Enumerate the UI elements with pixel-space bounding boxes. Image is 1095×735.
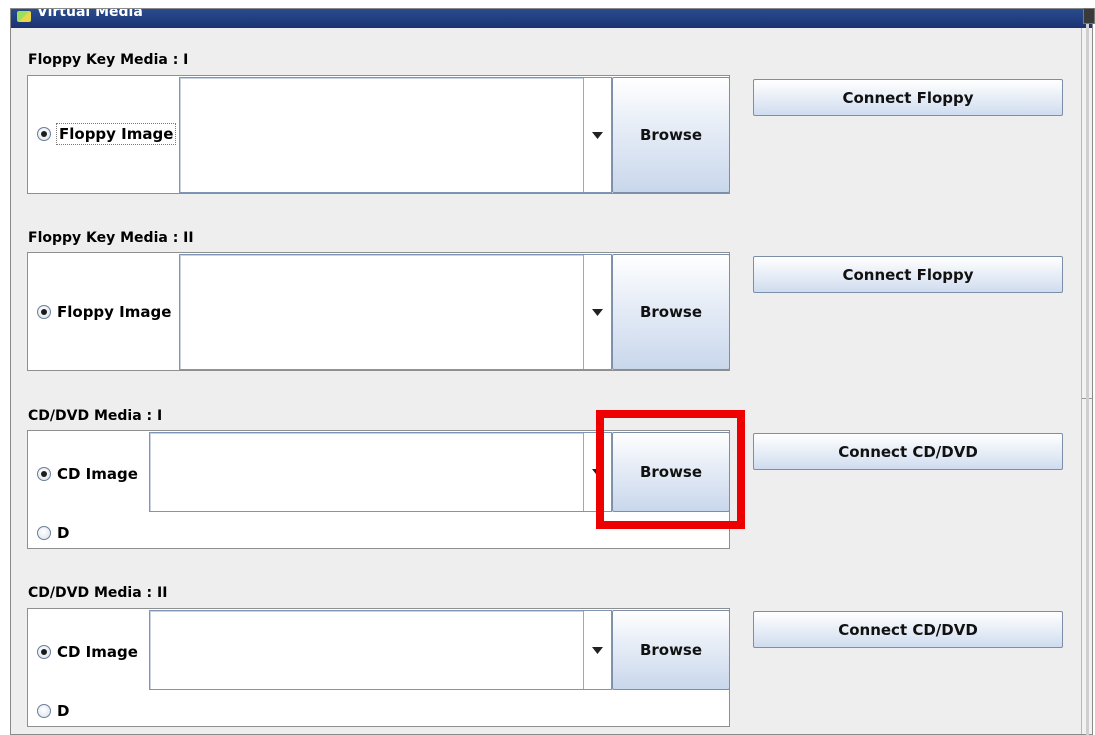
floppy-1-image-radio[interactable] — [37, 127, 51, 141]
cddvd-2-image-option[interactable]: CD Image — [37, 643, 138, 661]
cddvd-1-image-radio[interactable] — [37, 467, 51, 481]
cddvd-2-image-combo[interactable] — [149, 610, 612, 690]
chevron-down-icon — [592, 468, 603, 476]
floppy-1-connect-button[interactable]: Connect Floppy — [753, 79, 1063, 116]
cddvd-1-connect-button[interactable]: Connect CD/DVD — [753, 433, 1063, 470]
cddvd-2-browse-button[interactable]: Browse — [612, 610, 730, 690]
cddvd-2-drive-radio[interactable] — [37, 704, 51, 718]
cddvd-1-drive-label[interactable]: D — [57, 524, 69, 542]
floppy-2-image-combo[interactable] — [179, 254, 612, 370]
chevron-down-icon — [592, 131, 603, 139]
chevron-down-icon — [592, 646, 603, 654]
floppy-2-image-option[interactable]: Floppy Image — [37, 303, 171, 321]
cddvd-1-image-label[interactable]: CD Image — [57, 465, 138, 483]
window-title: Virtual Media — [37, 9, 143, 20]
cddvd-1-image-combo[interactable] — [149, 432, 612, 512]
cddvd-1-drive-option[interactable]: D — [37, 524, 69, 542]
cddvd-1-browse-button[interactable]: Browse — [612, 432, 730, 512]
floppy-2-connect-button[interactable]: Connect Floppy — [753, 256, 1063, 293]
section-title-cddvd-1: CD/DVD Media : I — [28, 408, 163, 424]
floppy-1-combo-arrow[interactable] — [583, 78, 611, 192]
floppy-2-browse-button[interactable]: Browse — [612, 254, 730, 370]
floppy-2-image-radio[interactable] — [37, 305, 51, 319]
window-edge — [1086, 24, 1089, 735]
chevron-down-icon — [592, 308, 603, 316]
cddvd-2-drive-option[interactable]: D — [37, 702, 69, 720]
cddvd-2-panel: CD Image D Browse — [27, 608, 730, 727]
title-bar: Virtual Media — [11, 9, 1092, 28]
window-corner-control — [1083, 8, 1095, 24]
section-title-floppy-1: Floppy Key Media : I — [28, 52, 189, 68]
app-icon — [17, 11, 31, 22]
cddvd-2-drive-label[interactable]: D — [57, 702, 69, 720]
cddvd-1-image-option[interactable]: CD Image — [37, 465, 138, 483]
section-title-cddvd-2: CD/DVD Media : II — [28, 585, 168, 601]
floppy-2-combo-arrow[interactable] — [583, 255, 611, 369]
cddvd-1-combo-arrow[interactable] — [583, 433, 611, 511]
cddvd-2-combo-arrow[interactable] — [583, 611, 611, 689]
cddvd-2-connect-button[interactable]: Connect CD/DVD — [753, 611, 1063, 648]
floppy-1-browse-button[interactable]: Browse — [612, 77, 730, 193]
floppy-1-image-label[interactable]: Floppy Image — [55, 123, 177, 145]
cddvd-2-image-label[interactable]: CD Image — [57, 643, 138, 661]
floppy-1-image-combo[interactable] — [179, 77, 612, 193]
cddvd-1-drive-radio[interactable] — [37, 526, 51, 540]
floppy-1-image-option[interactable]: Floppy Image — [37, 123, 177, 145]
section-title-floppy-2: Floppy Key Media : II — [28, 230, 194, 246]
cddvd-2-image-radio[interactable] — [37, 645, 51, 659]
floppy-1-panel: Floppy Image Browse — [27, 75, 730, 194]
floppy-2-panel: Floppy Image Browse — [27, 252, 730, 371]
cddvd-1-panel: CD Image D Browse — [27, 430, 730, 549]
floppy-2-image-label[interactable]: Floppy Image — [57, 303, 171, 321]
